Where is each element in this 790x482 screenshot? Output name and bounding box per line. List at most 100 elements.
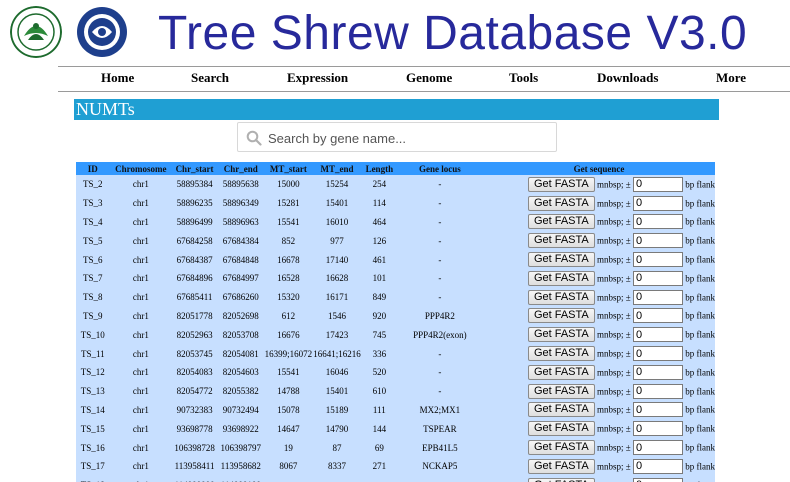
table-row: TS_10 chr1 82052963 82053708 16676 17423 745 PP…	[76, 325, 715, 344]
row-mt-start: 15320	[277, 292, 300, 303]
row-id: TS_11	[80, 348, 105, 359]
col-get-sequence: Get sequence	[482, 162, 715, 175]
nav-more[interactable]: More	[716, 70, 746, 86]
get-fasta-button[interactable]: Get FASTA	[527, 214, 595, 230]
get-fasta-button[interactable]: Get FASTA	[527, 458, 595, 474]
row-get-sequence: Get FASTA mnbsp; ± bp flank	[483, 175, 715, 194]
get-fasta-button[interactable]: Get FASTA	[527, 308, 595, 324]
flank-suffix-label: bp flank	[685, 310, 715, 321]
row-chr-end: 82054081	[222, 348, 259, 359]
get-fasta-button[interactable]: Get FASTA	[527, 346, 595, 362]
get-fasta-button[interactable]: Get FASTA	[527, 477, 595, 482]
row-mt-end: 17423	[325, 329, 349, 340]
flank-input[interactable]	[632, 176, 683, 192]
flank-prefix-label: mnbsp; ±	[597, 423, 631, 434]
col-mt-end: MT_end	[312, 162, 362, 175]
get-fasta-button[interactable]: Get FASTA	[527, 252, 595, 268]
get-fasta-button[interactable]: Get FASTA	[527, 327, 595, 343]
row-gene-locus: -	[438, 254, 442, 265]
get-fasta-button[interactable]: Get FASTA	[527, 440, 595, 456]
row-get-sequence: Get FASTA mnbsp; ± bp flank	[483, 194, 715, 213]
flank-prefix-label: mnbsp; ±	[597, 348, 631, 359]
row-chr-end: 82053708	[222, 329, 259, 340]
flank-input[interactable]	[632, 364, 683, 380]
row-get-sequence: Get FASTA mnbsp; ± bp flank	[483, 231, 715, 250]
nav-search[interactable]: Search	[191, 70, 229, 86]
flank-prefix-label: mnbsp; ±	[597, 404, 631, 415]
nav-downloads[interactable]: Downloads	[597, 70, 658, 86]
flank-input[interactable]	[632, 308, 683, 324]
flank-input[interactable]	[632, 233, 683, 249]
get-fasta-button[interactable]: Get FASTA	[527, 421, 595, 437]
flank-input[interactable]	[632, 252, 683, 268]
get-fasta-button[interactable]: Get FASTA	[527, 195, 595, 211]
table-row: TS_18chr1114000000114000100 Get FASTA mn…	[76, 476, 715, 482]
get-fasta-button[interactable]: Get FASTA	[527, 176, 595, 192]
row-mt-end: 8337	[328, 461, 347, 472]
nav-home[interactable]: Home	[101, 70, 134, 86]
nav-expression[interactable]: Expression	[287, 70, 348, 86]
row-chr-start: 82052963	[176, 329, 213, 340]
row-mt-end: 17140	[325, 254, 349, 265]
flank-input[interactable]	[632, 402, 683, 418]
academy-logo[interactable]	[76, 6, 128, 58]
nav-tools[interactable]: Tools	[509, 70, 538, 86]
table-row: TS_8 chr1 67685411 67686260 15320 16171 849 - G…	[76, 288, 715, 307]
search-input[interactable]	[266, 126, 555, 150]
get-fasta-button[interactable]: Get FASTA	[527, 383, 595, 399]
get-fasta-button[interactable]: Get FASTA	[527, 289, 595, 305]
row-length: 69	[374, 442, 384, 453]
row-chr-end: 58895638	[222, 179, 259, 190]
row-chr-end: 106398797	[220, 442, 262, 453]
row-length: 271	[372, 461, 387, 472]
flank-input[interactable]	[632, 477, 683, 482]
row-chr-start: 114000000	[172, 476, 217, 482]
row-mt-start: 8067	[279, 461, 298, 472]
row-chr-start: 58896499	[176, 216, 213, 227]
main-nav: Home Search Expression Genome Tools Down…	[58, 66, 790, 92]
numts-table-container[interactable]: ID Chromosome Chr_start Chr_end MT_start…	[76, 162, 715, 482]
row-chr-end: 82052698	[222, 310, 259, 321]
row-chromosome: chr1	[132, 404, 149, 415]
row-mt-end	[312, 476, 362, 482]
row-length: 464	[372, 216, 387, 227]
flank-input[interactable]	[632, 383, 683, 399]
flank-suffix-label: bp flank	[685, 404, 715, 415]
row-mt-end: 16010	[325, 216, 349, 227]
get-fasta-button[interactable]: Get FASTA	[527, 233, 595, 249]
row-get-sequence: Get FASTA mnbsp; ± bp flank	[483, 382, 715, 401]
flank-input[interactable]	[632, 327, 683, 343]
flank-suffix-label: bp flank	[685, 461, 715, 472]
row-gene-locus: -	[438, 348, 442, 359]
row-gene-locus: -	[438, 179, 442, 190]
row-id: TS_18	[76, 476, 110, 482]
row-gene-locus: -	[438, 216, 442, 227]
flank-input[interactable]	[632, 346, 683, 362]
get-fasta-button[interactable]: Get FASTA	[527, 270, 595, 286]
table-body: TS_2 chr1 58895384 58895638 15000 15254 254 - G…	[76, 175, 715, 482]
flank-input[interactable]	[632, 270, 683, 286]
row-chromosome: chr1	[132, 386, 149, 397]
table-row: TS_4 chr1 58896499 58896963 15541 16010 464 - G…	[76, 213, 715, 232]
row-mt-start: 16399;16072	[264, 348, 313, 359]
row-length: 745	[372, 329, 387, 340]
flank-input[interactable]	[632, 458, 683, 474]
flank-input[interactable]	[632, 440, 683, 456]
flank-input[interactable]	[632, 195, 683, 211]
row-chr-start: 93698778	[176, 423, 213, 434]
row-gene-locus: -	[438, 292, 442, 303]
table-row: TS_9 chr1 82051778 82052698 612 1546 920 PPP4R2…	[76, 307, 715, 326]
row-length	[362, 476, 397, 482]
flank-input[interactable]	[632, 289, 683, 305]
get-fasta-button[interactable]: Get FASTA	[527, 364, 595, 380]
search-icon	[246, 130, 262, 146]
row-chr-end: 113958682	[220, 461, 261, 472]
search-box	[237, 122, 557, 152]
flank-input[interactable]	[632, 421, 683, 437]
nav-genome[interactable]: Genome	[406, 70, 452, 86]
institute-logo[interactable]	[10, 6, 62, 58]
row-chr-end: 114000100	[217, 476, 264, 482]
get-fasta-button[interactable]: Get FASTA	[527, 402, 595, 418]
flank-input[interactable]	[632, 214, 683, 230]
row-mt-end: 15254	[325, 179, 349, 190]
